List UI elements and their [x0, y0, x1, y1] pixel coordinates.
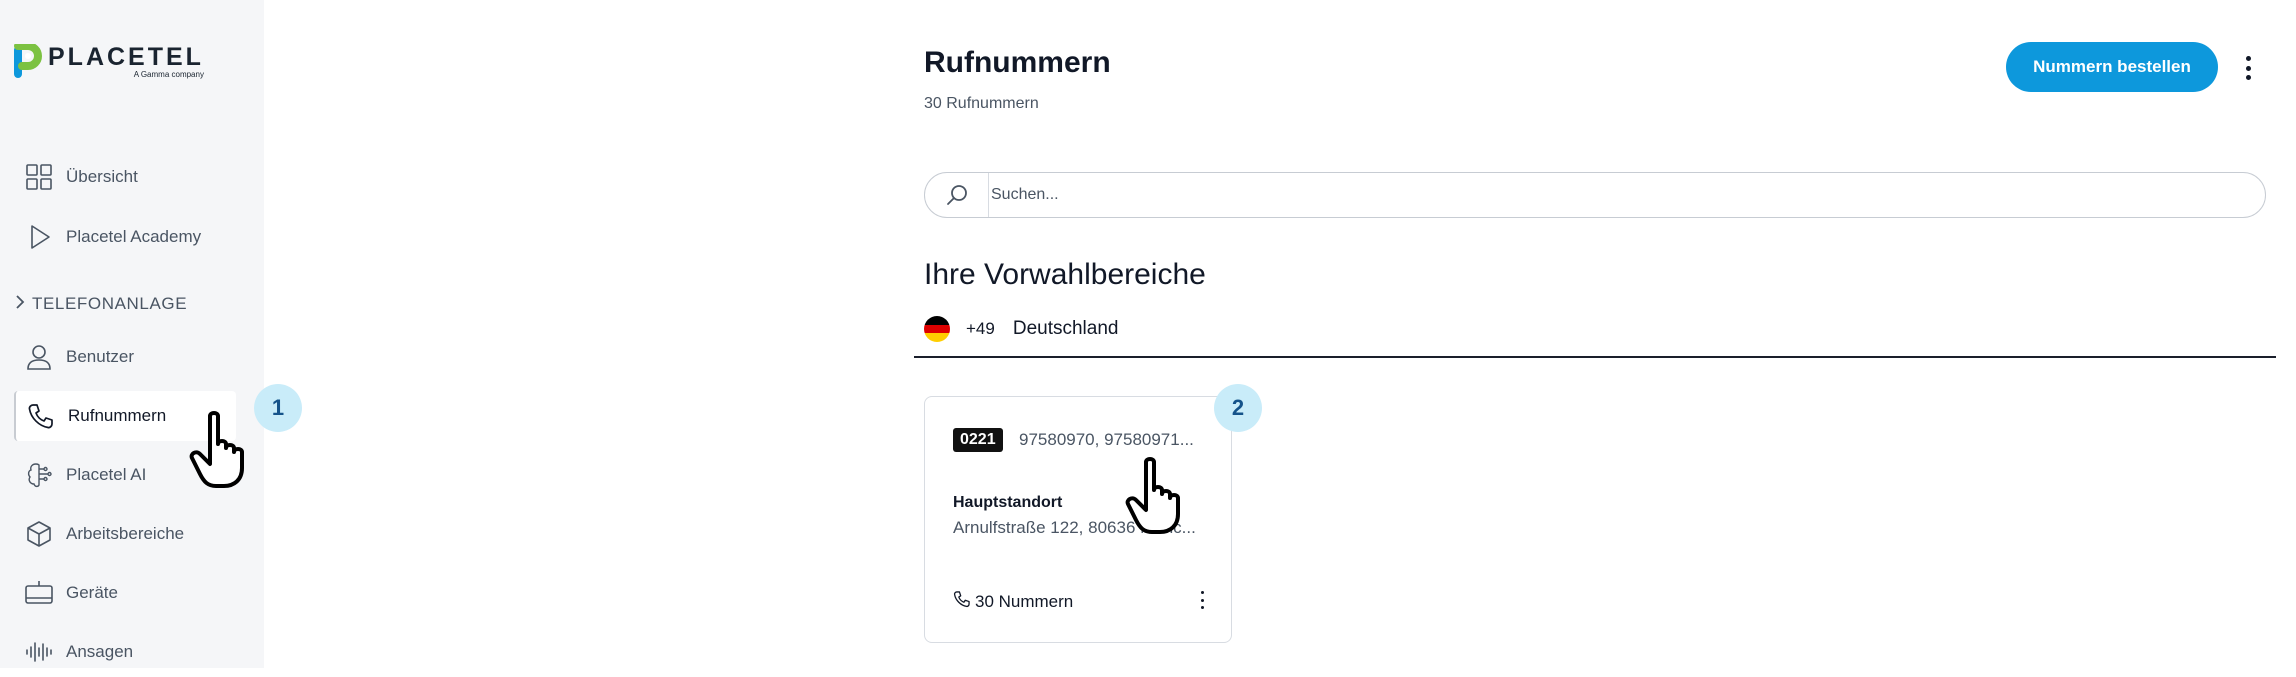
- device-icon: [24, 578, 54, 608]
- sidebar-item-benutzer[interactable]: Benutzer: [14, 332, 236, 382]
- sidebar-item-label: Benutzer: [66, 347, 135, 366]
- search-bar[interactable]: [924, 172, 2266, 218]
- section-label: TELEFONANLAGE: [32, 294, 188, 313]
- phone-icon: [953, 590, 971, 613]
- logo-wordmark: PLACETEL: [48, 43, 204, 71]
- area-codes-heading: Ihre Vorwahlbereiche: [924, 258, 1206, 291]
- sidebar-item-academy[interactable]: Placetel Academy: [14, 212, 236, 262]
- country-name: Deutschland: [1012, 318, 1119, 339]
- area-prefix-badge: 0221: [953, 428, 1003, 452]
- phone-icon: [26, 401, 56, 431]
- section-telefonanlage[interactable]: TELEFONANLAGE: [14, 294, 187, 314]
- hand-pointer-cursor-icon: [186, 410, 258, 495]
- sidebar-item-label: Arbeitsbereiche: [66, 524, 185, 543]
- page-subtitle: 30 Rufnummern: [924, 95, 1039, 112]
- user-icon: [24, 342, 54, 372]
- cube-icon: [24, 519, 54, 549]
- ai-brain-icon: [24, 460, 54, 490]
- sidebar-item-uebersicht[interactable]: Übersicht: [14, 152, 236, 202]
- placetel-logo[interactable]: PLACETEL A Gamma company: [12, 42, 204, 80]
- tab-underline: [914, 356, 2276, 358]
- country-code: +49: [966, 319, 995, 338]
- sidebar-item-label: Übersicht: [66, 167, 138, 186]
- sidebar-item-arbeitsbereiche[interactable]: Arbeitsbereiche: [14, 509, 236, 559]
- audio-wave-icon: [24, 637, 54, 667]
- logo-mark-icon: [12, 42, 42, 80]
- hand-pointer-cursor-icon: [1122, 456, 1194, 541]
- sidebar-item-label: Placetel AI: [66, 465, 147, 484]
- logo-tagline: A Gamma company: [133, 70, 204, 79]
- sidebar-item-label: Geräte: [66, 583, 118, 602]
- location-name: Hauptstandort: [953, 494, 1063, 511]
- number-count-label: 30 Nummern: [975, 591, 1074, 611]
- chevron-right-icon: [14, 294, 26, 314]
- tab-country-germany[interactable]: +49 Deutschland: [924, 316, 1118, 342]
- sidebar-item-geraete[interactable]: Geräte: [14, 568, 236, 618]
- sidebar-item-label: Ansagen: [66, 642, 134, 661]
- sidebar: PLACETEL A Gamma company Übersicht Place…: [0, 0, 264, 668]
- step-badge-1: 1: [254, 384, 302, 432]
- search-icon[interactable]: [925, 173, 989, 217]
- grid-icon: [24, 162, 54, 192]
- more-options-icon[interactable]: [2240, 52, 2256, 84]
- card-more-options-icon[interactable]: [1197, 591, 1207, 609]
- sidebar-item-label: Rufnummern: [68, 406, 167, 425]
- order-numbers-button[interactable]: Nummern bestellen: [2006, 42, 2218, 92]
- search-input[interactable]: [991, 186, 2191, 204]
- number-list: 97580970, 97580971...: [1019, 430, 1194, 449]
- page-title: Rufnummern: [924, 46, 1111, 79]
- play-icon: [24, 222, 54, 252]
- number-count: 30 Nummern: [953, 590, 1073, 613]
- sidebar-item-label: Placetel Academy: [66, 227, 202, 246]
- sidebar-item-ansagen[interactable]: Ansagen: [14, 627, 236, 677]
- germany-flag-icon: [924, 316, 950, 342]
- step-badge-2: 2: [1214, 384, 1262, 432]
